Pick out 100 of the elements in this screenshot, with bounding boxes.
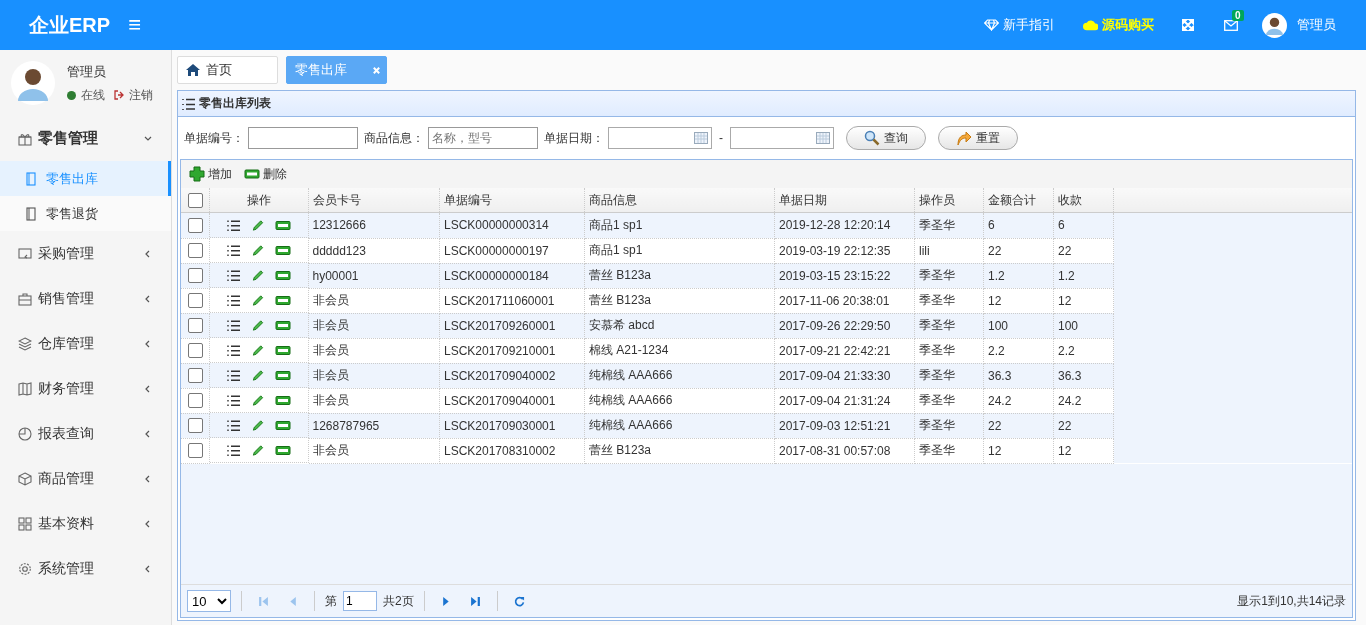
pencil-icon[interactable] xyxy=(250,418,265,432)
minus-icon[interactable] xyxy=(274,418,291,432)
menu-item[interactable]: 销售管理 xyxy=(0,276,171,321)
column-header: 收款 xyxy=(1053,188,1114,213)
column-header: 金额合计 xyxy=(983,188,1054,213)
submenu-item[interactable]: 零售退货 xyxy=(0,196,171,231)
logo: 企业ERP xyxy=(29,12,111,38)
minus-icon[interactable] xyxy=(274,343,291,357)
table-cell: 蕾丝 B123a xyxy=(584,263,775,288)
range-separator: - xyxy=(719,131,723,145)
toolbar-button[interactable]: 删除 xyxy=(244,165,287,183)
list-icon[interactable] xyxy=(226,268,241,282)
clock-icon xyxy=(18,426,32,441)
list-icon[interactable] xyxy=(226,293,241,307)
search-form-button[interactable]: 查询 xyxy=(846,126,926,150)
menu-item[interactable]: 系统管理 xyxy=(0,546,171,591)
page-label: 第 xyxy=(325,592,337,610)
map-icon xyxy=(18,381,32,396)
row-checkbox[interactable] xyxy=(187,343,203,358)
input-field[interactable]: 名称，型号 xyxy=(428,127,538,149)
page-number-field[interactable]: 1 xyxy=(343,591,377,611)
table-cell: 纯棉线 AAA666 xyxy=(584,413,775,438)
table-cell: 12312666 xyxy=(308,212,440,238)
row-checkbox[interactable] xyxy=(187,268,203,283)
select-all-checkbox[interactable] xyxy=(187,192,203,208)
pencil-icon[interactable] xyxy=(250,318,265,332)
table-cell: 2017-09-03 12:51:21 xyxy=(774,413,915,438)
table-cell: 季圣华 xyxy=(914,413,984,438)
list-icon[interactable] xyxy=(226,368,241,382)
menu-item[interactable]: 零售管理 xyxy=(0,116,171,161)
date-field[interactable] xyxy=(730,127,834,149)
list-icon[interactable] xyxy=(226,418,241,432)
search-form-button[interactable]: 重置 xyxy=(938,126,1018,150)
pencil-icon[interactable] xyxy=(250,293,265,307)
list-icon[interactable] xyxy=(226,343,241,357)
status-text: 在线 xyxy=(81,86,105,104)
pencil-icon[interactable] xyxy=(250,443,265,457)
menu-item[interactable]: 财务管理 xyxy=(0,366,171,411)
minus-icon[interactable] xyxy=(274,218,291,232)
fullscreen-icon[interactable] xyxy=(1182,19,1194,31)
row-checkbox[interactable] xyxy=(187,393,203,408)
minus-icon[interactable] xyxy=(274,268,291,282)
minus-icon[interactable] xyxy=(274,293,291,307)
field-label: 单据编号： xyxy=(184,129,244,147)
menu-item[interactable]: 基本资料 xyxy=(0,501,171,546)
row-checkbox[interactable] xyxy=(187,243,203,258)
table-cell: 纯棉线 AAA666 xyxy=(584,363,775,388)
pencil-icon[interactable] xyxy=(250,243,265,257)
calendar-icon xyxy=(816,132,830,144)
row-checkbox[interactable] xyxy=(187,368,203,383)
list-icon[interactable] xyxy=(226,393,241,407)
table-cell: 2017-09-04 21:33:30 xyxy=(774,363,915,388)
last-page-icon[interactable] xyxy=(469,595,481,607)
field-label: 单据日期： xyxy=(544,129,604,147)
table-cell: 季圣华 xyxy=(914,263,984,288)
next-page-icon[interactable] xyxy=(440,595,452,607)
pencil-icon[interactable] xyxy=(250,368,265,382)
mail-count-badge: 0 xyxy=(1232,9,1244,21)
minus-icon[interactable] xyxy=(274,368,291,382)
table-cell: hy00001 xyxy=(308,263,440,288)
row-checkbox[interactable] xyxy=(187,318,203,333)
row-checkbox[interactable] xyxy=(187,217,203,233)
briefcase-icon xyxy=(18,291,32,306)
toolbar-button[interactable]: 增加 xyxy=(189,165,232,183)
pencil-icon[interactable] xyxy=(250,343,265,357)
minus-icon[interactable] xyxy=(274,443,291,457)
row-checkbox[interactable] xyxy=(187,293,203,308)
logout-link[interactable]: 注销 xyxy=(129,86,153,104)
input-field[interactable] xyxy=(248,127,358,149)
pencil-icon[interactable] xyxy=(250,393,265,407)
menu-item[interactable]: 报表查询 xyxy=(0,411,171,456)
pencil-icon[interactable] xyxy=(250,268,265,282)
minus-icon[interactable] xyxy=(274,243,291,257)
row-checkbox[interactable] xyxy=(187,418,203,433)
tab[interactable]: 首页 xyxy=(177,56,278,84)
menu-item[interactable]: 仓库管理 xyxy=(0,321,171,366)
cloud-icon xyxy=(1083,19,1098,31)
list-icon[interactable] xyxy=(226,318,241,332)
close-icon[interactable] xyxy=(372,65,381,75)
table-cell: 季圣华 xyxy=(914,363,984,388)
mail-icon[interactable] xyxy=(1224,19,1238,31)
total-pages: 共2页 xyxy=(383,592,414,610)
pencil-icon[interactable] xyxy=(250,218,265,232)
menu-item[interactable]: 商品管理 xyxy=(0,456,171,501)
list-icon[interactable] xyxy=(226,443,241,457)
row-checkbox[interactable] xyxy=(187,443,203,458)
column-header: 会员卡号 xyxy=(308,188,440,213)
online-dot-icon xyxy=(67,90,76,100)
gift-icon xyxy=(18,131,32,146)
list-icon[interactable] xyxy=(226,218,241,232)
date-field[interactable] xyxy=(608,127,712,149)
list-icon[interactable] xyxy=(226,243,241,257)
curved-arrow-icon xyxy=(956,130,972,146)
menu-item[interactable]: 采购管理 xyxy=(0,231,171,276)
monitor-icon xyxy=(18,246,32,261)
page-size-select[interactable]: 10 xyxy=(187,590,231,612)
table-cell: 季圣华 xyxy=(914,313,984,338)
minus-icon[interactable] xyxy=(274,318,291,332)
minus-icon[interactable] xyxy=(274,393,291,407)
refresh-icon[interactable] xyxy=(513,595,525,607)
